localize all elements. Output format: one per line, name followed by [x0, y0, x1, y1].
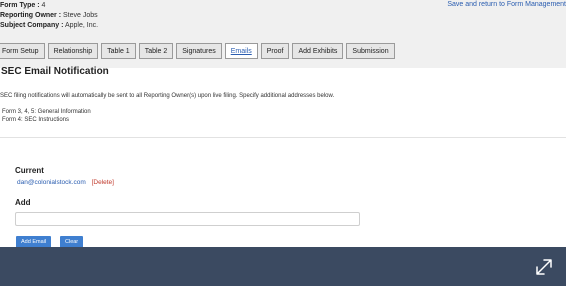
tab-bar: Form Setup Relationship Table 1 Table 2 … — [0, 43, 395, 60]
form-type-value: 4 — [41, 2, 46, 9]
subject-company-row: Subject Company : Apple, Inc. — [0, 21, 98, 31]
tab-form-setup[interactable]: Form Setup — [0, 43, 45, 59]
tab-signatures[interactable]: Signatures — [176, 43, 222, 59]
add-email-input[interactable] — [15, 212, 360, 226]
save-and-return-link[interactable]: Save and return to Form Management — [447, 1, 566, 8]
add-label: Add — [15, 198, 31, 207]
form-info-line: Form 3, 4, 5: General Information — [2, 109, 91, 115]
delete-email-link[interactable]: [Delete] — [92, 179, 114, 186]
reporting-owner-value: Steve Jobs — [63, 12, 98, 19]
subject-company-value: Apple, Inc. — [64, 22, 99, 29]
reporting-owner-label: Reporting Owner : — [0, 12, 62, 19]
current-email-address: dan@colonialstock.com — [17, 179, 86, 186]
subject-company-label: Subject Company : — [0, 22, 64, 29]
overlay-bar — [0, 247, 566, 286]
page-title: SEC Email Notification — [1, 66, 109, 77]
tab-table-2[interactable]: Table 2 — [138, 43, 174, 59]
tab-emails[interactable]: Emails — [224, 43, 258, 59]
current-label: Current — [15, 166, 44, 175]
tab-relationship[interactable]: Relationship — [47, 43, 99, 59]
current-email-row: dan@colonialstock.com [Delete] — [17, 179, 114, 186]
reporting-owner-row: Reporting Owner : Steve Jobs — [0, 11, 98, 21]
tab-proof[interactable]: Proof — [260, 43, 290, 59]
notification-notice: SEC filing notifications will automatica… — [0, 93, 335, 99]
divider — [0, 137, 566, 138]
form-info-list: Form 3, 4, 5: General Information Form 4… — [2, 108, 91, 124]
form-type-label: Form Type : — [0, 2, 40, 9]
tab-submission[interactable]: Submission — [346, 43, 395, 59]
form-meta: Form Type : 4 Reporting Owner : Steve Jo… — [0, 1, 98, 31]
form-type-row: Form Type : 4 — [0, 1, 98, 11]
expand-icon[interactable] — [535, 258, 553, 276]
tab-add-exhibits[interactable]: Add Exhibits — [292, 43, 344, 59]
tab-table-1[interactable]: Table 1 — [101, 43, 136, 59]
form-info-line: Form 4: SEC Instructions — [2, 117, 70, 123]
